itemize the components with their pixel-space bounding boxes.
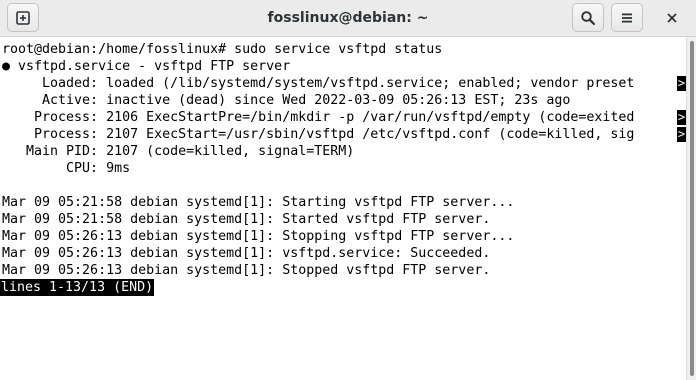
terminal-line: Loaded: loaded (/lib/systemd/system/vsft… (0, 75, 686, 92)
line-text: CPU: 9ms (2, 161, 131, 176)
terminal-line: Process: 2107 ExecStart=/usr/sbin/vsftpd… (0, 126, 686, 143)
menu-button[interactable] (611, 3, 643, 32)
pager-status: lines 1-13/13 (END) (0, 279, 155, 296)
terminal-line: root@debian:/home/fosslinux# sudo servic… (0, 41, 686, 58)
truncation-marker: > (677, 76, 686, 91)
line-text: Mar 09 05:26:13 debian systemd[1]: Stopp… (2, 229, 515, 244)
terminal-line: Mar 09 05:26:13 debian systemd[1]: Stopp… (0, 228, 686, 245)
truncation-marker: > (677, 110, 686, 125)
new-tab-button[interactable] (7, 3, 39, 32)
hamburger-menu-icon (619, 10, 635, 26)
title-bar: fosslinux@debian: ~ (0, 0, 696, 37)
terminal-line: Mar 09 05:26:13 debian systemd[1]: Stopp… (0, 262, 686, 279)
line-text: root@debian:/home/fosslinux# sudo servic… (2, 42, 443, 57)
line-text: ● vsftpd.service - vsftpd FTP server (2, 59, 291, 74)
terminal-line: Mar 09 05:21:58 debian systemd[1]: Start… (0, 211, 686, 228)
pager-status-line: lines 1-13/13 (END) (0, 279, 686, 296)
close-icon (666, 12, 678, 24)
terminal-output[interactable]: root@debian:/home/fosslinux# sudo servic… (0, 37, 686, 380)
line-text: Mar 09 05:26:13 debian systemd[1]: Stopp… (2, 263, 491, 278)
line-text: Mar 09 05:21:58 debian systemd[1]: Start… (2, 212, 491, 227)
terminal-line: ● vsftpd.service - vsftpd FTP server (0, 58, 686, 75)
new-tab-icon (15, 10, 31, 26)
close-button[interactable] (657, 3, 687, 32)
terminal-line: Main PID: 2107 (code=killed, signal=TERM… (0, 143, 686, 160)
terminal-window: fosslinux@debian: ~ root@debian:/home/fo… (0, 0, 696, 380)
scrollbar[interactable] (686, 37, 696, 380)
terminal-line: Process: 2106 ExecStartPre=/bin/mkdir -p… (0, 109, 686, 126)
terminal-line: CPU: 9ms (0, 160, 686, 177)
terminal-line: Mar 09 05:21:58 debian systemd[1]: Start… (0, 194, 686, 211)
search-button[interactable] (572, 3, 604, 32)
line-text: Process: 2107 ExecStart=/usr/sbin/vsftpd… (2, 127, 635, 142)
line-text: Main PID: 2107 (code=killed, signal=TERM… (2, 144, 355, 159)
terminal-line: Active: inactive (dead) since Wed 2022-0… (0, 92, 686, 109)
search-icon (580, 10, 596, 26)
terminal-line: Mar 09 05:26:13 debian systemd[1]: vsftp… (0, 245, 686, 262)
line-text: Process: 2106 ExecStartPre=/bin/mkdir -p… (2, 110, 635, 125)
line-text: Mar 09 05:26:13 debian systemd[1]: vsftp… (2, 246, 491, 261)
scrollbar-thumb[interactable] (690, 41, 694, 376)
line-text: Active: inactive (dead) since Wed 2022-0… (2, 93, 571, 108)
line-text: Loaded: loaded (/lib/systemd/system/vsft… (2, 76, 635, 91)
truncation-marker: > (677, 127, 686, 142)
line-text: Mar 09 05:21:58 debian systemd[1]: Start… (2, 195, 515, 210)
